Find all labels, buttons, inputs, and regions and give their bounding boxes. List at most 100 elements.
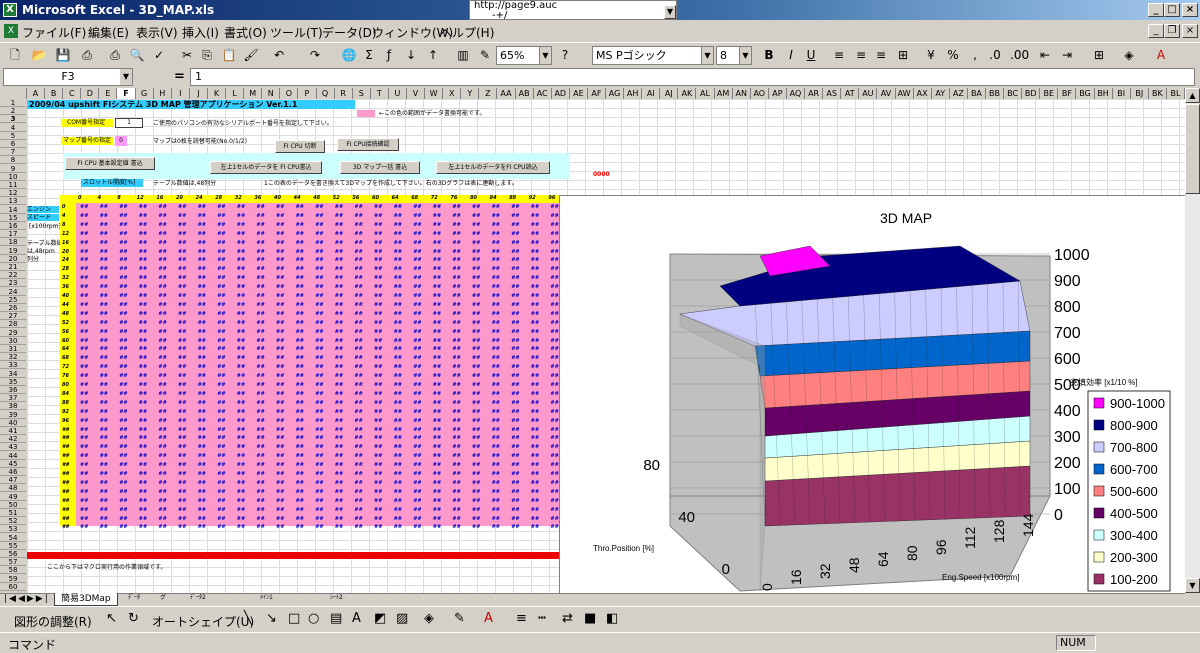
data-cell[interactable]: ## <box>335 249 343 255</box>
data-cell[interactable]: ## <box>492 240 500 246</box>
data-cell[interactable]: ## <box>315 338 323 344</box>
data-cell[interactable]: ## <box>511 507 519 513</box>
data-cell[interactable]: ## <box>335 222 343 228</box>
data-cell[interactable]: ## <box>276 525 284 530</box>
data-cell[interactable]: ## <box>237 258 245 263</box>
data-cell[interactable]: ## <box>80 258 88 263</box>
data-cell[interactable]: ## <box>198 276 206 281</box>
row-header[interactable]: 54 <box>0 534 26 542</box>
data-cell[interactable]: ## <box>335 302 343 308</box>
data-cell[interactable]: ## <box>256 516 264 522</box>
data-cell[interactable]: ## <box>100 454 108 459</box>
row-header[interactable]: 25 <box>0 296 26 304</box>
data-cell[interactable]: ## <box>531 374 539 379</box>
column-header[interactable]: AH <box>624 88 643 99</box>
data-cell[interactable]: ## <box>80 276 88 281</box>
decrease-decimal-icon[interactable]: .00 <box>1010 46 1029 64</box>
copy-icon[interactable]: ⎘ <box>198 46 216 64</box>
data-cell[interactable]: ## <box>374 240 382 246</box>
data-cell[interactable]: ## <box>374 294 382 299</box>
data-cell[interactable]: ## <box>433 356 441 361</box>
data-cell[interactable]: ## <box>374 267 382 272</box>
data-cell[interactable]: ## <box>550 507 558 513</box>
data-cell[interactable]: ## <box>256 285 264 290</box>
data-cell[interactable]: ## <box>198 329 206 335</box>
data-cell[interactable]: ## <box>256 418 264 424</box>
chevron-down-icon[interactable]: ▼ <box>701 47 713 64</box>
chevron-down-icon[interactable]: ▼ <box>539 47 551 64</box>
data-cell[interactable]: ## <box>237 365 245 370</box>
column-header[interactable]: P <box>298 88 317 99</box>
column-header[interactable]: J <box>190 88 208 99</box>
data-cell[interactable]: ## <box>158 240 166 246</box>
data-cell[interactable]: ## <box>394 365 402 370</box>
data-cell[interactable]: ## <box>374 498 382 504</box>
data-cell[interactable]: ## <box>217 507 225 513</box>
data-cell[interactable]: ## <box>158 294 166 299</box>
data-cell[interactable]: ## <box>256 489 264 495</box>
data-cell[interactable]: ## <box>394 231 402 237</box>
data-cell[interactable]: ## <box>472 240 480 246</box>
data-cell[interactable]: ## <box>315 329 323 335</box>
data-cell[interactable]: ## <box>237 267 245 272</box>
data-cell[interactable]: ## <box>296 365 304 370</box>
data-cell[interactable]: ## <box>550 222 558 228</box>
menu-edit[interactable]: 編集(E) <box>88 24 129 41</box>
data-cell[interactable]: ## <box>237 320 245 326</box>
data-cell[interactable]: ## <box>492 231 500 237</box>
data-cell[interactable]: ## <box>119 320 127 326</box>
data-cell[interactable]: ## <box>315 409 323 415</box>
data-cell[interactable]: ## <box>433 445 441 450</box>
data-cell[interactable]: ## <box>237 249 245 255</box>
data-cell[interactable]: ## <box>80 454 88 459</box>
data-cell[interactable]: ## <box>139 231 147 237</box>
data-cell[interactable]: ## <box>511 374 519 379</box>
data-cell[interactable]: ## <box>276 498 284 504</box>
data-cell[interactable]: ## <box>139 516 147 522</box>
data-cell[interactable]: ## <box>315 454 323 459</box>
data-cell[interactable]: ## <box>80 472 88 477</box>
data-cell[interactable]: ## <box>178 258 186 263</box>
column-header[interactable]: X <box>443 88 462 99</box>
data-cell[interactable]: ## <box>354 311 362 317</box>
data-cell[interactable]: ## <box>354 285 362 290</box>
row-header[interactable]: 51 <box>0 509 26 517</box>
data-cell[interactable]: ## <box>315 356 323 361</box>
data-cell[interactable]: ## <box>413 498 421 504</box>
function-icon[interactable]: ƒ <box>380 46 398 64</box>
data-cell[interactable]: ## <box>198 240 206 246</box>
data-cell[interactable]: ## <box>492 525 500 530</box>
data-cell[interactable]: ## <box>100 320 108 326</box>
data-cell[interactable]: ## <box>296 472 304 477</box>
row-header[interactable]: 49 <box>0 493 26 501</box>
menu-help[interactable]: ヘルプ(H) <box>440 24 494 41</box>
data-cell[interactable]: ## <box>237 516 245 522</box>
data-cell[interactable]: ## <box>335 489 343 495</box>
data-cell[interactable]: ## <box>374 329 382 335</box>
data-cell[interactable]: ## <box>413 356 421 361</box>
data-cell[interactable]: ## <box>374 391 382 397</box>
data-cell[interactable]: ## <box>531 489 539 495</box>
data-cell[interactable]: ## <box>374 454 382 459</box>
data-cell[interactable]: ## <box>511 267 519 272</box>
data-cell[interactable]: ## <box>256 329 264 335</box>
data-cell[interactable]: ## <box>472 356 480 361</box>
data-cell[interactable]: ## <box>550 213 558 219</box>
data-cell[interactable]: ## <box>139 347 147 352</box>
row-header[interactable]: 4 <box>0 124 26 132</box>
data-cell[interactable]: ## <box>100 445 108 450</box>
data-cell[interactable]: ## <box>472 267 480 272</box>
data-cell[interactable]: ## <box>413 418 421 424</box>
row-header[interactable]: 58 <box>0 566 26 575</box>
data-cell[interactable]: ## <box>511 365 519 370</box>
data-cell[interactable]: ## <box>198 338 206 344</box>
data-cell[interactable]: ## <box>315 391 323 397</box>
data-cell[interactable]: ## <box>296 311 304 317</box>
data-cell[interactable]: ## <box>354 445 362 450</box>
data-cell[interactable]: ## <box>80 516 88 522</box>
data-cell[interactable]: ## <box>198 454 206 459</box>
data-cell[interactable]: ## <box>237 347 245 352</box>
data-cell[interactable]: ## <box>315 383 323 388</box>
data-cell[interactable]: ## <box>139 285 147 290</box>
data-cell[interactable]: ## <box>100 516 108 522</box>
